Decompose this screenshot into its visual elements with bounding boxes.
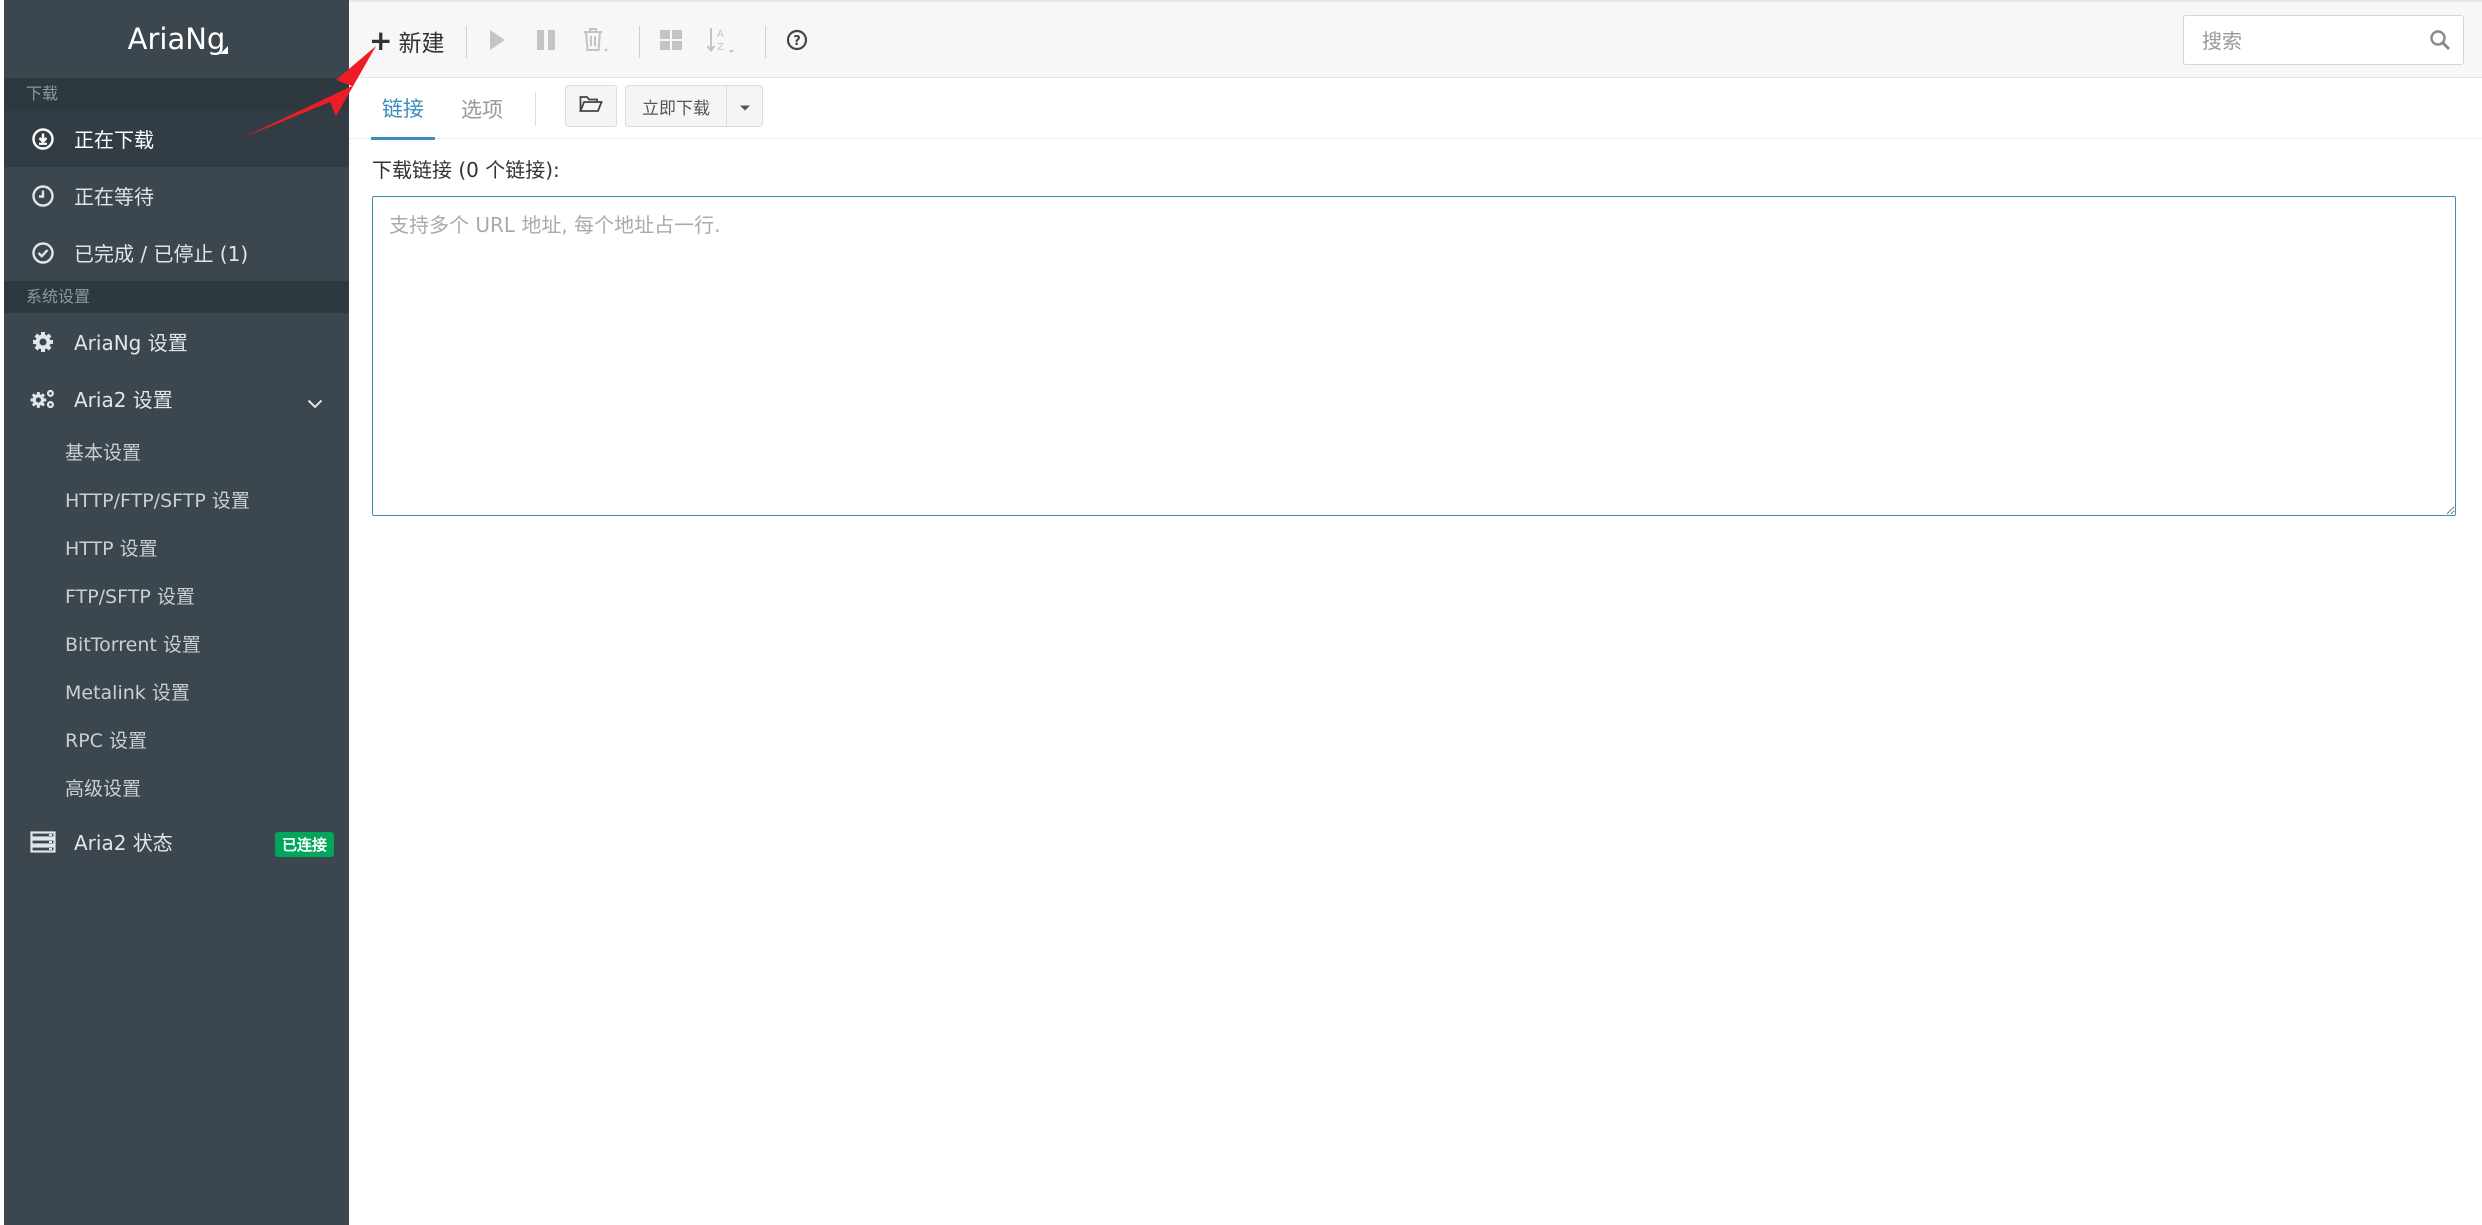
delete-button[interactable] [579, 26, 613, 58]
trash-icon [582, 27, 610, 57]
sidebar-subitem-advanced[interactable]: 高级设置 [4, 763, 349, 811]
open-file-button[interactable] [565, 85, 617, 127]
help-button[interactable]: ? [780, 26, 814, 58]
grid-icon [659, 29, 683, 55]
download-icon [30, 126, 56, 152]
status-badge: 已连接 [274, 832, 334, 857]
download-now-button[interactable]: 立即下载 [625, 85, 727, 127]
sidebar-item-label: 正在下载 [74, 128, 154, 152]
toolbar-divider [466, 26, 467, 58]
sort-icon: AZ [706, 26, 736, 58]
app-window: AriaNg 下载 正在下载 正在等待 已完成 / 已停止 (1) 系统设置 A… [0, 0, 2482, 1225]
svg-text:?: ? [793, 34, 801, 49]
play-icon [488, 29, 506, 55]
sidebar-item-label: Aria2 设置 [74, 388, 173, 412]
server-icon [30, 829, 56, 855]
sidebar-item-label: AriaNg 设置 [74, 331, 188, 355]
sidebar-item-label: 正在等待 [74, 185, 154, 209]
start-button[interactable] [480, 26, 514, 58]
search-icon[interactable] [2429, 29, 2451, 55]
folder-open-icon [579, 94, 603, 118]
tab-divider [535, 92, 536, 126]
clock-icon [30, 183, 56, 209]
app-title: AriaNg [127, 22, 226, 56]
gears-icon [30, 386, 56, 412]
pause-button[interactable] [529, 26, 563, 58]
caret-down-icon [739, 97, 751, 116]
sidebar-subitem-http[interactable]: HTTP 设置 [4, 523, 349, 571]
sort-button[interactable]: AZ [704, 26, 738, 58]
new-task-label: 新建 [398, 31, 445, 57]
annotation-arrow-icon [242, 46, 376, 138]
section-header-system: 系统设置 [4, 281, 349, 313]
toolbar: + 新建 AZ ? 搜索 [349, 0, 2482, 78]
logo-caret-icon [220, 46, 228, 54]
tab-options[interactable]: 选项 [461, 78, 503, 140]
sidebar-item-aria2-settings[interactable]: Aria2 设置 [4, 370, 349, 427]
sidebar-item-aria2-status[interactable]: Aria2 状态 已连接 [4, 813, 349, 870]
check-circle-icon [30, 240, 56, 266]
sidebar-item-ariang-settings[interactable]: AriaNg 设置 [4, 313, 349, 370]
help-icon: ? [786, 29, 808, 55]
chevron-down-icon[interactable] [307, 390, 323, 414]
sidebar-subitem-basic[interactable]: 基本设置 [4, 427, 349, 475]
toolbar-divider [639, 26, 640, 58]
toolbar-divider [765, 26, 766, 58]
sidebar-subitem-rpc[interactable]: RPC 设置 [4, 715, 349, 763]
sidebar-subitem-metalink[interactable]: Metalink 设置 [4, 667, 349, 715]
gear-icon [30, 329, 56, 355]
sidebar-item-label: 已完成 / 已停止 (1) [74, 242, 249, 266]
sidebar-item-stopped[interactable]: 已完成 / 已停止 (1) [4, 224, 349, 281]
main-content: 链接 选项 立即下载 下载链接 (0 个链接): [349, 78, 2482, 1225]
sidebar: AriaNg 下载 正在下载 正在等待 已完成 / 已停止 (1) 系统设置 A… [4, 0, 349, 1225]
sidebar-item-waiting[interactable]: 正在等待 [4, 167, 349, 224]
svg-text:Z: Z [717, 42, 724, 53]
sidebar-subitem-bittorrent[interactable]: BitTorrent 设置 [4, 619, 349, 667]
svg-text:A: A [717, 29, 724, 40]
download-options-dropdown[interactable] [726, 85, 763, 127]
links-count-label: 下载链接 (0 个链接): [372, 158, 560, 182]
tab-bar: 链接 选项 立即下载 [349, 78, 2482, 140]
display-mode-button[interactable] [654, 26, 688, 58]
sidebar-item-label: Aria2 状态 [74, 831, 173, 855]
sidebar-subitem-ftp-sftp[interactable]: FTP/SFTP 设置 [4, 571, 349, 619]
search-input[interactable] [2202, 28, 2402, 54]
url-input[interactable] [372, 196, 2456, 516]
search-box [2183, 15, 2464, 65]
sidebar-subitem-http-ftp-sftp[interactable]: HTTP/FTP/SFTP 设置 [4, 475, 349, 523]
pause-icon [536, 29, 556, 55]
